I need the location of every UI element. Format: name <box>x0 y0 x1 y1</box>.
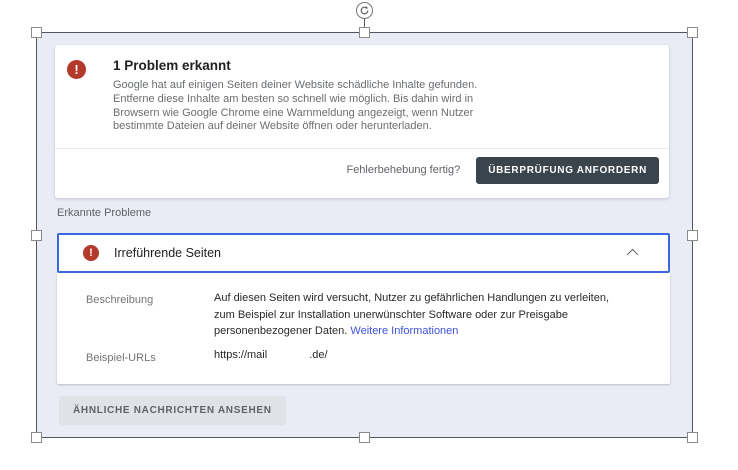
resize-handle-middle-left[interactable] <box>31 230 42 241</box>
alert-card-footer: Fehlerbehebung fertig? ÜBERPRÜFUNG ANFOR… <box>346 155 659 185</box>
alert-description: Google hat auf einigen Seiten deiner Web… <box>113 79 513 134</box>
example-urls-label: Beispiel-URLs <box>86 352 156 364</box>
detected-issues-heading: Erkannte Probleme <box>57 207 151 219</box>
resize-handle-top-right[interactable] <box>687 27 698 38</box>
issue-details-panel: Beschreibung Auf diesen Seiten wird vers… <box>57 273 670 384</box>
resize-handle-bottom-right[interactable] <box>687 432 698 443</box>
rotate-handle-icon[interactable] <box>356 2 373 19</box>
issue-row-misleading-pages[interactable]: ! Irreführende Seiten <box>57 233 670 273</box>
security-alert-card: ! 1 Problem erkannt Google hat auf einig… <box>55 45 669 198</box>
fix-done-question: Fehlerbehebung fertig? <box>346 164 460 176</box>
rotate-arrow-icon <box>359 5 370 16</box>
learn-more-link[interactable]: Weitere Informationen <box>350 325 458 337</box>
request-review-button[interactable]: ÜBERPRÜFUNG ANFORDERN <box>476 157 659 184</box>
issue-description-text: Auf diesen Seiten wird versucht, Nutzer … <box>214 290 614 340</box>
issue-title: Irreführende Seiten <box>114 246 221 260</box>
resize-handle-top-middle[interactable] <box>359 27 370 38</box>
alert-title: 1 Problem erkannt <box>113 58 231 73</box>
url-prefix: https://mail <box>214 349 267 361</box>
error-icon: ! <box>83 245 99 261</box>
resize-handle-top-left[interactable] <box>31 27 42 38</box>
example-url: https://mail .de/ <box>214 349 328 361</box>
card-divider <box>55 148 669 149</box>
chevron-up-icon[interactable] <box>627 249 638 260</box>
resize-handle-bottom-middle[interactable] <box>359 432 370 443</box>
description-label: Beschreibung <box>86 294 153 306</box>
resize-handle-bottom-left[interactable] <box>31 432 42 443</box>
url-suffix: .de/ <box>309 349 327 361</box>
view-similar-messages-button[interactable]: ÄHNLICHE NACHRICHTEN ANSEHEN <box>59 396 286 425</box>
error-icon: ! <box>67 60 86 79</box>
resize-handle-middle-right[interactable] <box>687 230 698 241</box>
selected-image-canvas[interactable]: ! 1 Problem erkannt Google hat auf einig… <box>36 32 693 438</box>
